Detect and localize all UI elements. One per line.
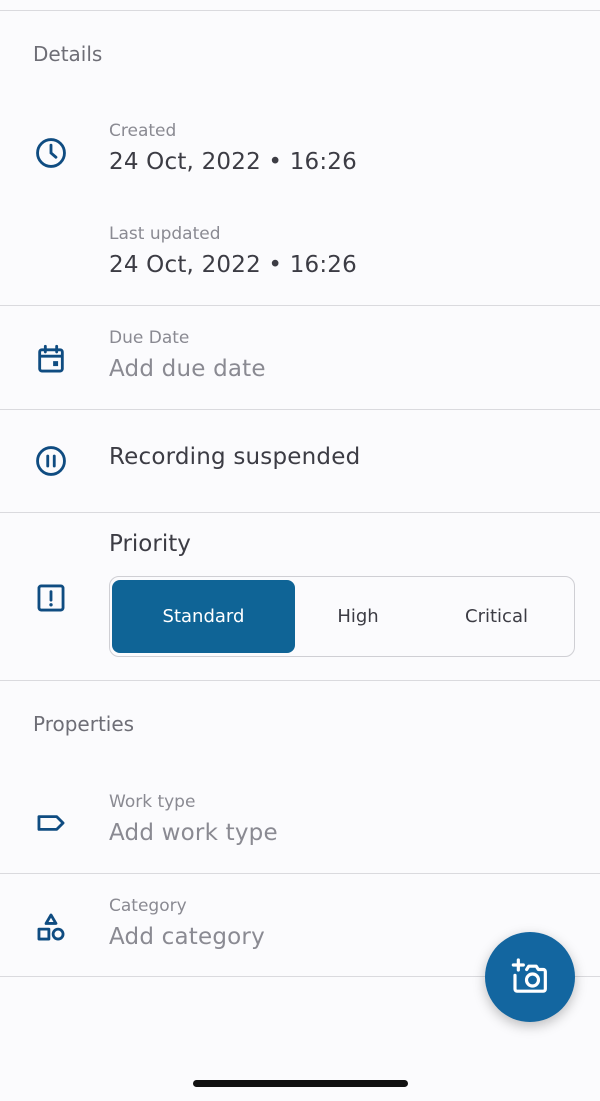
priority-option-critical[interactable]: Critical xyxy=(421,580,572,653)
top-divider xyxy=(0,10,600,11)
add-photo-icon xyxy=(510,957,550,997)
due-date-label: Due Date xyxy=(109,328,190,348)
shapes-icon xyxy=(34,910,68,944)
divider-after-due-date xyxy=(0,409,600,410)
pause-circle-icon xyxy=(34,444,68,478)
divider-after-priority xyxy=(0,680,600,681)
last-updated-label: Last updated xyxy=(109,224,221,244)
details-section-title: Details xyxy=(33,42,103,66)
category-placeholder: Add category xyxy=(109,924,265,950)
properties-section-title: Properties xyxy=(33,712,135,736)
tag-icon xyxy=(34,806,68,840)
created-label: Created xyxy=(109,121,177,141)
last-updated-value: 24 Oct, 2022 • 16:26 xyxy=(109,252,357,278)
work-type-label: Work type xyxy=(109,792,196,812)
created-value: 24 Oct, 2022 • 16:26 xyxy=(109,149,357,175)
priority-option-standard[interactable]: Standard xyxy=(112,580,295,653)
priority-option-high[interactable]: High xyxy=(295,580,421,653)
exclamation-square-icon xyxy=(34,581,68,615)
divider-after-recording xyxy=(0,512,600,513)
recording-status: Recording suspended xyxy=(109,444,361,470)
priority-segmented-control: Standard High Critical xyxy=(109,576,575,657)
work-type-row[interactable]: Work type Add work type xyxy=(0,770,600,873)
category-label: Category xyxy=(109,896,187,916)
clock-icon xyxy=(34,136,68,170)
priority-title: Priority xyxy=(109,531,191,557)
add-photo-button[interactable] xyxy=(485,932,575,1022)
home-indicator xyxy=(193,1080,408,1087)
work-type-placeholder: Add work type xyxy=(109,820,278,846)
calendar-icon xyxy=(34,342,68,376)
due-date-placeholder: Add due date xyxy=(109,356,266,382)
due-date-row[interactable]: Due Date Add due date xyxy=(0,306,600,409)
